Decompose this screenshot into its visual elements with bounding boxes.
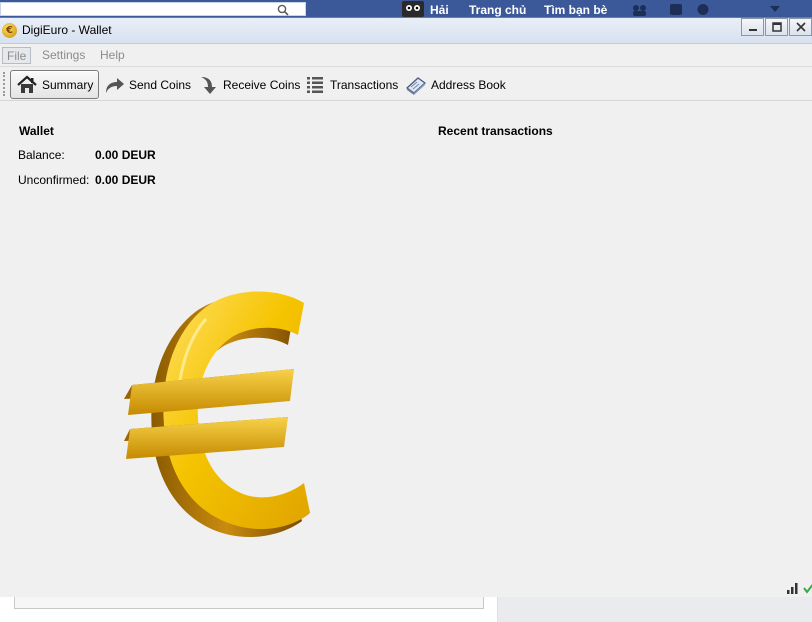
search-icon[interactable] [277,4,289,16]
receive-arrow-icon [201,76,216,94]
background-search-field[interactable] [0,2,306,16]
euro-coin-icon: € [2,23,17,38]
find-friends-link[interactable]: Tìm bạn bè [544,3,607,17]
balance-value: 0.00 DEUR [95,148,156,162]
list-icon [307,76,323,93]
summary-label: Summary [42,77,94,92]
menu-file[interactable]: File [2,47,32,64]
euro-logo-icon [124,291,310,538]
address-book-label: Address Book [431,77,506,92]
address-book-icon [405,76,427,95]
toolbar: Summary Send Coins Receive Coins Transac… [0,66,812,101]
receive-coins-label: Receive Coins [223,77,301,92]
send-arrow-icon [106,77,124,93]
overview-page: Wallet Balance: 0.00 DEUR Unconfirmed: 0… [0,102,812,598]
background-browser-bar: Hải Trang chủ Tìm bạn bè [0,0,812,18]
close-icon [795,22,806,32]
receive-coins-button[interactable]: Receive Coins [192,70,305,99]
minimize-button[interactable] [741,18,764,36]
transactions-label: Transactions [330,77,399,92]
transactions-button[interactable]: Transactions [299,70,403,99]
address-book-button[interactable]: Address Book [400,70,511,99]
maximize-icon [771,22,782,32]
signal-strength-icon[interactable] [786,582,800,594]
background-sidebar [497,597,812,622]
sync-check-icon[interactable] [803,582,812,594]
wallet-window: € DigiEuro - Wallet File Settings Help S… [0,17,812,597]
unconfirmed-value: 0.00 DEUR [95,173,156,187]
profile-name-link[interactable]: Hải [430,3,449,17]
balance-label: Balance: [18,148,65,162]
menu-help[interactable]: Help [96,47,129,64]
send-coins-button[interactable]: Send Coins [98,70,196,99]
window-title: DigiEuro - Wallet [22,23,112,37]
status-bar [0,580,812,598]
maximize-button[interactable] [765,18,788,36]
home-icon [17,75,37,93]
window-controls [740,18,812,38]
send-coins-label: Send Coins [129,77,192,92]
menu-settings[interactable]: Settings [38,47,89,64]
title-bar[interactable]: € DigiEuro - Wallet [0,18,812,44]
background-post-box [14,597,484,609]
summary-button[interactable]: Summary [10,70,100,99]
close-button[interactable] [789,18,812,36]
unconfirmed-label: Unconfirmed: [18,173,90,187]
notification-icons[interactable] [630,3,790,16]
profile-avatar[interactable] [402,1,424,17]
menu-bar: File Settings Help [0,45,812,65]
recent-transactions-heading: Recent transactions [438,124,553,138]
background-page [0,597,812,622]
minimize-icon [748,29,757,31]
wallet-heading: Wallet [19,124,54,138]
home-link[interactable]: Trang chủ [469,3,526,17]
toolbar-grip[interactable] [3,72,6,96]
